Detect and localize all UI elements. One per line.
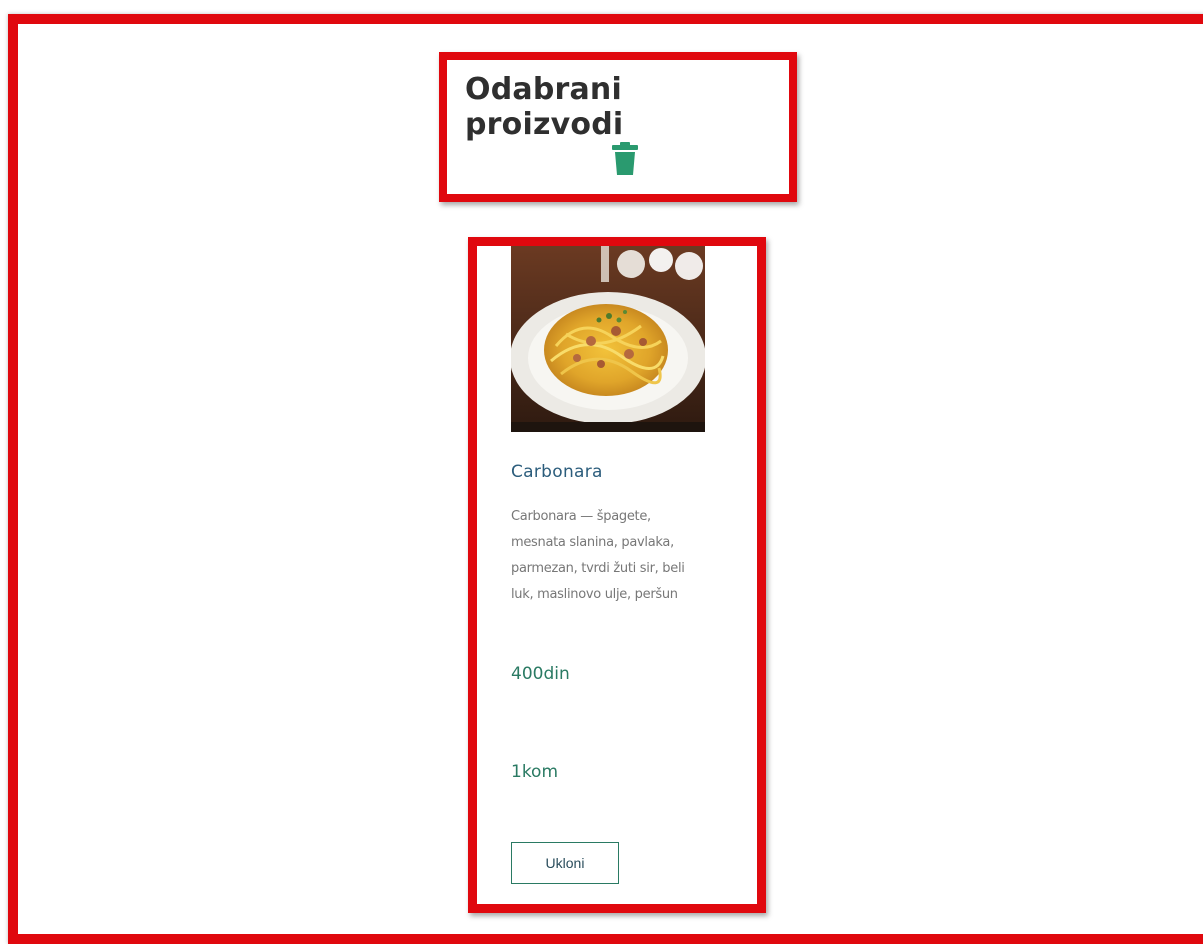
product-image [511,246,705,432]
page-title: Odabrani proizvodi [465,72,624,142]
remove-button[interactable]: Ukloni [511,842,619,884]
product-name: Carbonara [511,462,603,482]
product-card: Carbonara Carbonara — špagete, mesnata s… [468,237,766,913]
selected-products-header: Odabrani proizvodi [439,52,797,202]
trash-icon[interactable] [612,142,638,176]
product-price: 400din [511,664,570,684]
product-quantity: 1kom [511,762,559,782]
product-description: Carbonara — špagete, mesnata slanina, pa… [511,509,685,602]
